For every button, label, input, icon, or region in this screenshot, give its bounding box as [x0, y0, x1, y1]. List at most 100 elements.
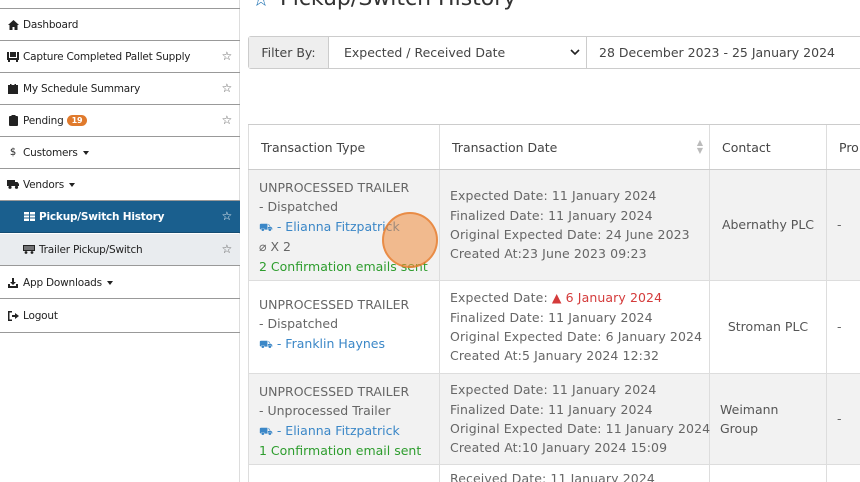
filter-type-select[interactable]: Expected / Received Date: [329, 37, 587, 68]
star-icon[interactable]: ☆: [221, 209, 232, 223]
caret-down-icon: [68, 182, 75, 187]
finalized-date: Finalized Date: 11 January 2024: [450, 207, 653, 223]
driver-link[interactable]: ⛟ - Franklin Haynes: [259, 334, 429, 354]
star-icon[interactable]: ☆: [221, 113, 232, 127]
contact-cell: Weimann Group: [710, 374, 827, 464]
attachment-count: X 2: [270, 239, 292, 255]
finalized-date: Finalized Date: 11 January 2024: [450, 401, 653, 417]
star-icon[interactable]: ☆: [221, 81, 232, 95]
created-at: Created At:5 January 2024 12:32: [450, 348, 660, 364]
sidebar-item-customers[interactable]: $ Customers: [0, 137, 240, 169]
created-at: Created At:10 January 2024 15:09: [450, 440, 668, 456]
filter-label: Filter By:: [249, 37, 329, 68]
sidebar-item-vendors[interactable]: Vendors: [0, 169, 240, 201]
expected-date: Expected Date: 11 January 2024: [450, 188, 657, 204]
driver-name: - Franklin Haynes: [276, 335, 385, 351]
calendar-icon: [6, 83, 20, 94]
contact-cell: Abernathy PLC: [710, 170, 827, 280]
page-title-text: Pickup/Switch History: [280, 0, 516, 11]
driver-name: - Elianna Fitzpatrick: [276, 422, 400, 438]
transaction-type: UNPROCESSED TRAILER: [259, 297, 410, 312]
truck-icon: ⛟: [259, 220, 273, 234]
sidebar-item-app-downloads[interactable]: App Downloads: [0, 267, 240, 299]
history-table: Transaction Type Transaction Date ▲ ▼ Con…: [248, 124, 860, 482]
transaction-type: UNPROCESSED TRAILER: [259, 384, 410, 399]
transaction-type-cell: [248, 465, 440, 482]
caret-down-icon: [82, 150, 89, 155]
transaction-date-cell: Expected Date: 11 January 2024 Finalized…: [440, 170, 710, 280]
transaction-status: - Dispatched: [259, 316, 339, 332]
warning-icon: ▲: [551, 290, 566, 306]
table-row[interactable]: UNPROCESSED TRAILER - Dispatched ⛟ - Fra…: [248, 281, 860, 374]
sidebar-item-label: Vendors: [23, 178, 64, 191]
transaction-type-cell: UNPROCESSED TRAILER - Dispatched ⛟ - Fra…: [248, 281, 440, 373]
table-row[interactable]: UNPROCESSED TRAILER - Dispatched ⛟ - Eli…: [248, 170, 860, 281]
original-expected-date: Original Expected Date: 24 June 2023: [450, 227, 690, 242]
sidebar-item-pickup-switch-history[interactable]: Pickup/Switch History ☆: [0, 201, 240, 233]
transaction-status: - Unprocessed Trailer: [259, 403, 391, 419]
sidebar: Dashboard Capture Completed Pallet Suppl…: [0, 0, 240, 482]
column-header-contact[interactable]: Contact: [710, 125, 827, 169]
column-header-transaction-type[interactable]: Transaction Type: [248, 125, 440, 169]
sidebar-item-logout[interactable]: Logout: [0, 299, 240, 333]
home-icon: [6, 19, 20, 30]
table-header: Transaction Type Transaction Date ▲ ▼ Con…: [248, 125, 860, 170]
column-header-label: Transaction Date: [452, 139, 558, 155]
original-expected-date: Original Expected Date: 11 January 2024: [450, 421, 711, 436]
star-icon[interactable]: ☆: [252, 0, 270, 11]
table-row[interactable]: UNPROCESSED TRAILER - Unprocessed Traile…: [248, 374, 860, 465]
column-header-transaction-date[interactable]: Transaction Date ▲ ▼: [440, 125, 710, 169]
sidebar-item-trailer-pickup-switch[interactable]: Trailer Pickup/Switch ☆: [0, 234, 240, 266]
driver-link[interactable]: ⛟ - Elianna Fitzpatrick: [259, 421, 429, 441]
sidebar-item-label: Trailer Pickup/Switch: [39, 243, 143, 256]
confirmation-emails-status: 1 Confirmation email sent: [259, 443, 422, 459]
sidebar-item-dashboard[interactable]: Dashboard: [0, 9, 240, 41]
original-expected-date: Original Expected Date: 6 January 2024: [450, 329, 703, 344]
sidebar-item-label: Pending: [23, 114, 64, 127]
sidebar-item-capture-pallet[interactable]: Capture Completed Pallet Supply ☆: [0, 41, 240, 73]
star-icon[interactable]: ☆: [221, 242, 232, 256]
pro-cell: -: [827, 170, 860, 280]
expected-date: Expected Date: 11 January 2024: [450, 382, 657, 398]
pro-cell: -: [827, 281, 860, 373]
contact-cell: [710, 465, 827, 482]
transaction-type: UNPROCESSED TRAILER: [259, 180, 410, 195]
filter-bar: Filter By: Expected / Received Date 28 D…: [248, 36, 860, 69]
sidebar-item-label: My Schedule Summary: [23, 82, 141, 95]
sidebar-item-label: Logout: [23, 309, 58, 322]
page-title: ☆ Pickup/Switch History: [252, 0, 516, 11]
caret-down-icon: [106, 280, 113, 285]
table-icon: [22, 212, 36, 221]
dollar-icon: $: [9, 147, 17, 158]
sidebar-item-schedule-summary[interactable]: My Schedule Summary ☆: [0, 73, 240, 105]
sidebar-item-pending[interactable]: Pending 19 ☆: [0, 105, 240, 137]
star-icon[interactable]: ☆: [221, 49, 232, 63]
sidebar-item-label: App Downloads: [23, 276, 102, 289]
contact-cell: Stroman PLC: [710, 281, 827, 373]
filter-type-value: Expected / Received Date: [344, 45, 506, 60]
trailer-icon: [22, 245, 36, 254]
pro-cell: -: [827, 374, 860, 464]
received-date: Received Date: 11 January 2024: [450, 471, 655, 482]
transaction-type-cell: UNPROCESSED TRAILER - Unprocessed Traile…: [248, 374, 440, 464]
sidebar-item-label: Capture Completed Pallet Supply: [23, 50, 191, 63]
sidebar-item-label: Dashboard: [23, 18, 79, 31]
click-indicator: [382, 212, 438, 268]
date-range-input[interactable]: 28 December 2023 - 25 January 2024: [587, 37, 835, 68]
chevron-down-icon: [570, 46, 580, 59]
column-header-pro[interactable]: Pro: [827, 125, 860, 169]
paperclip-icon: ⌀: [259, 239, 267, 255]
driver-name: - Elianna Fitzpatrick: [276, 218, 400, 234]
transaction-date-cell: Expected Date: ▲ 6 January 2024 Finalize…: [440, 281, 710, 373]
pro-cell: [827, 465, 860, 482]
sidebar-item-label: Customers: [23, 146, 78, 159]
download-icon: [6, 277, 20, 288]
logout-icon: [6, 310, 20, 321]
table-row[interactable]: Received Date: 11 January 2024: [248, 465, 860, 482]
transaction-date-cell: Expected Date: 11 January 2024 Finalized…: [440, 374, 710, 464]
transaction-date-cell: Received Date: 11 January 2024: [440, 465, 710, 482]
truck-icon: ⛟: [259, 337, 273, 351]
pallet-icon: [6, 51, 20, 62]
finalized-date: Finalized Date: 11 January 2024: [450, 309, 653, 325]
sidebar-item-label: Pickup/Switch History: [39, 210, 165, 223]
